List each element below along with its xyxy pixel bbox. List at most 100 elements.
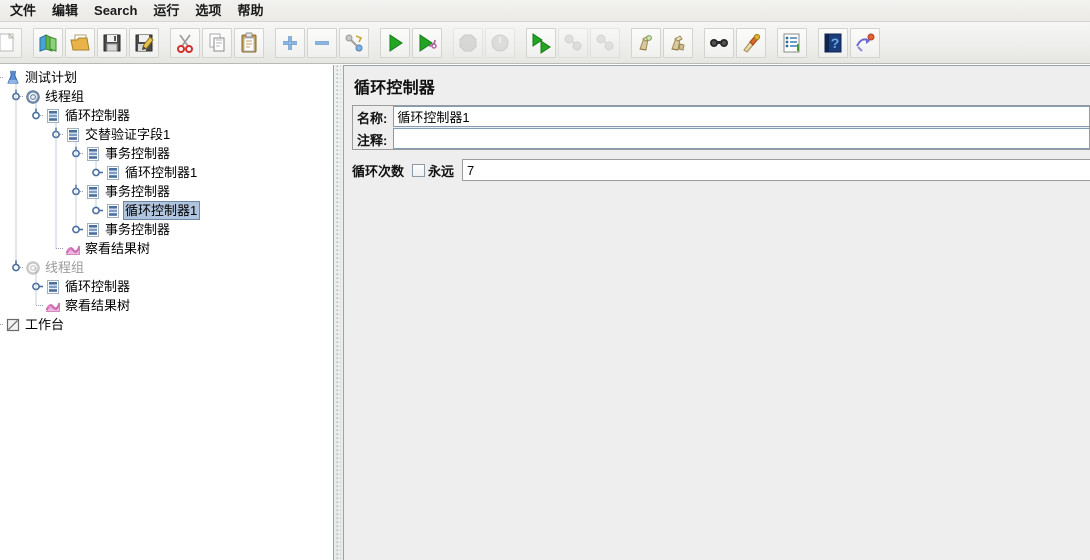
search-reset-button[interactable] [736,27,766,58]
test-plan-tree-pane[interactable]: 测试计划 线程组 循环控制器 交替验证字段1 事务控制器 循环控制器1 事务控制器 循环控制器… [0,65,333,560]
tree-node[interactable]: 循环控制器 [0,277,333,296]
cut-button[interactable] [170,27,200,58]
tree-node[interactable]: 事务控制器 [0,220,333,239]
collapse-all-button[interactable] [307,27,337,58]
name-input[interactable]: 循环控制器1 [393,106,1089,127]
toolbar-separator [370,28,379,58]
tree-node[interactable]: 循环控制器1 [0,201,333,220]
comment-label: 注释: [353,128,394,149]
tree-node[interactable]: 察看结果树 [0,239,333,258]
shutdown-icon [489,32,511,54]
view-results-tree-icon [44,297,61,314]
paste-button[interactable] [234,27,264,58]
toolbar-separator [808,28,817,58]
tree-node-label: 察看结果树 [85,241,151,256]
menu-run[interactable]: 运行 [145,1,187,21]
expand-all-button[interactable] [275,27,305,58]
stop-button [453,27,483,58]
svg-text:?: ? [831,35,840,51]
toolbar-separator [767,28,776,58]
tree-node[interactable]: 工作台 [0,315,333,334]
open-templates-icon [37,32,59,54]
tree-node-label: 线程组 [45,260,85,275]
function-helper-button[interactable] [777,27,807,58]
page-title: 循环控制器 [354,80,436,97]
undo-redo-button[interactable] [850,27,880,58]
tree-node[interactable]: 循环控制器1 [0,163,333,182]
workbench-icon [4,316,21,333]
search-reset-icon [740,32,762,54]
test-plan-icon [4,69,21,86]
start-button[interactable] [380,27,410,58]
comment-row: 注释: [353,128,1089,149]
tree-node-label: 事务控制器 [105,222,171,237]
name-label: 名称: [353,106,394,127]
tree-node-label: 交替验证字段1 [85,127,171,142]
clear-all-button[interactable] [663,27,693,58]
open-folder-icon [69,32,91,54]
new-document-button[interactable] [0,27,22,58]
forever-checkbox[interactable] [412,163,426,177]
tree-node-label: 循环控制器 [65,279,131,294]
tree-node[interactable]: 事务控制器 [0,144,333,163]
tree-node-label: 循环控制器1 [125,165,198,180]
copy-button[interactable] [202,27,232,58]
open-templates-button[interactable] [33,27,63,58]
toggle-button[interactable] [339,27,369,58]
tree-node[interactable]: 察看结果树 [0,296,333,315]
tree-node-label: 察看结果树 [65,298,131,313]
start-remote-all-button[interactable] [526,27,556,58]
menu-file[interactable]: 文件 [2,1,44,21]
start-no-pauses-button[interactable] [412,27,442,58]
tree-node[interactable]: 线程组 [0,87,333,106]
main-split-pane: 测试计划 线程组 循环控制器 交替验证字段1 事务控制器 循环控制器1 事务控制器 循环控制器… [0,65,1090,560]
start-remote-all-icon [530,32,552,54]
toolbar-separator [516,28,525,58]
controller-icon [104,202,121,219]
comment-input[interactable] [393,128,1089,149]
split-pane-divider[interactable] [333,65,344,560]
save-button[interactable] [97,27,127,58]
controller-icon [104,164,121,181]
toolbar-separator [265,28,274,58]
start-no-pauses-icon [416,32,438,54]
tree-node-label: 测试计划 [25,70,78,85]
new-document-icon [0,32,18,54]
menu-search[interactable]: Search [86,1,145,21]
search-icon [708,32,730,54]
loop-count-input[interactable]: 7 [462,159,1090,181]
name-row: 名称: 循环控制器1 [353,106,1089,127]
forever-label[interactable]: 永远 [428,161,454,180]
menu-edit[interactable]: 编辑 [44,1,86,21]
open-folder-button[interactable] [65,27,95,58]
copy-icon [206,32,228,54]
search-button[interactable] [704,27,734,58]
undo-redo-icon [854,32,876,54]
menu-help[interactable]: 帮助 [229,1,271,21]
expand-all-icon [279,32,301,54]
stop-remote-all-icon [562,32,584,54]
paste-icon [238,32,260,54]
help-button[interactable]: ? [818,27,848,58]
toolbar-separator [23,28,32,58]
tree-node[interactable]: 测试计划 [0,68,333,87]
save-icon [101,32,123,54]
tree-node[interactable]: 事务控制器 [0,182,333,201]
tree-node[interactable]: 线程组 [0,258,333,277]
tree-node[interactable]: 交替验证字段1 [0,125,333,144]
tree-node-label: 事务控制器 [105,184,171,199]
tree-node[interactable]: 循环控制器 [0,106,333,125]
controller-icon [44,107,61,124]
function-helper-icon [781,32,803,54]
start-icon [384,32,406,54]
shutdown-button [485,27,515,58]
save-as-button[interactable] [129,27,159,58]
loop-count-label: 循环次数 [352,163,405,179]
test-plan-tree[interactable]: 测试计划 线程组 循环控制器 交替验证字段1 事务控制器 循环控制器1 事务控制器 循环控制器… [0,65,333,334]
controller-config-pane: 循环控制器 名称: 循环控制器1 注释: 循环次数 永远 7 [344,65,1090,560]
clear-button[interactable] [631,27,661,58]
menu-options[interactable]: 选项 [187,1,229,21]
menu-bar: 文件 编辑 Search 运行 选项 帮助 [0,0,1090,22]
collapse-all-icon [311,32,333,54]
view-results-tree-icon [64,240,81,257]
